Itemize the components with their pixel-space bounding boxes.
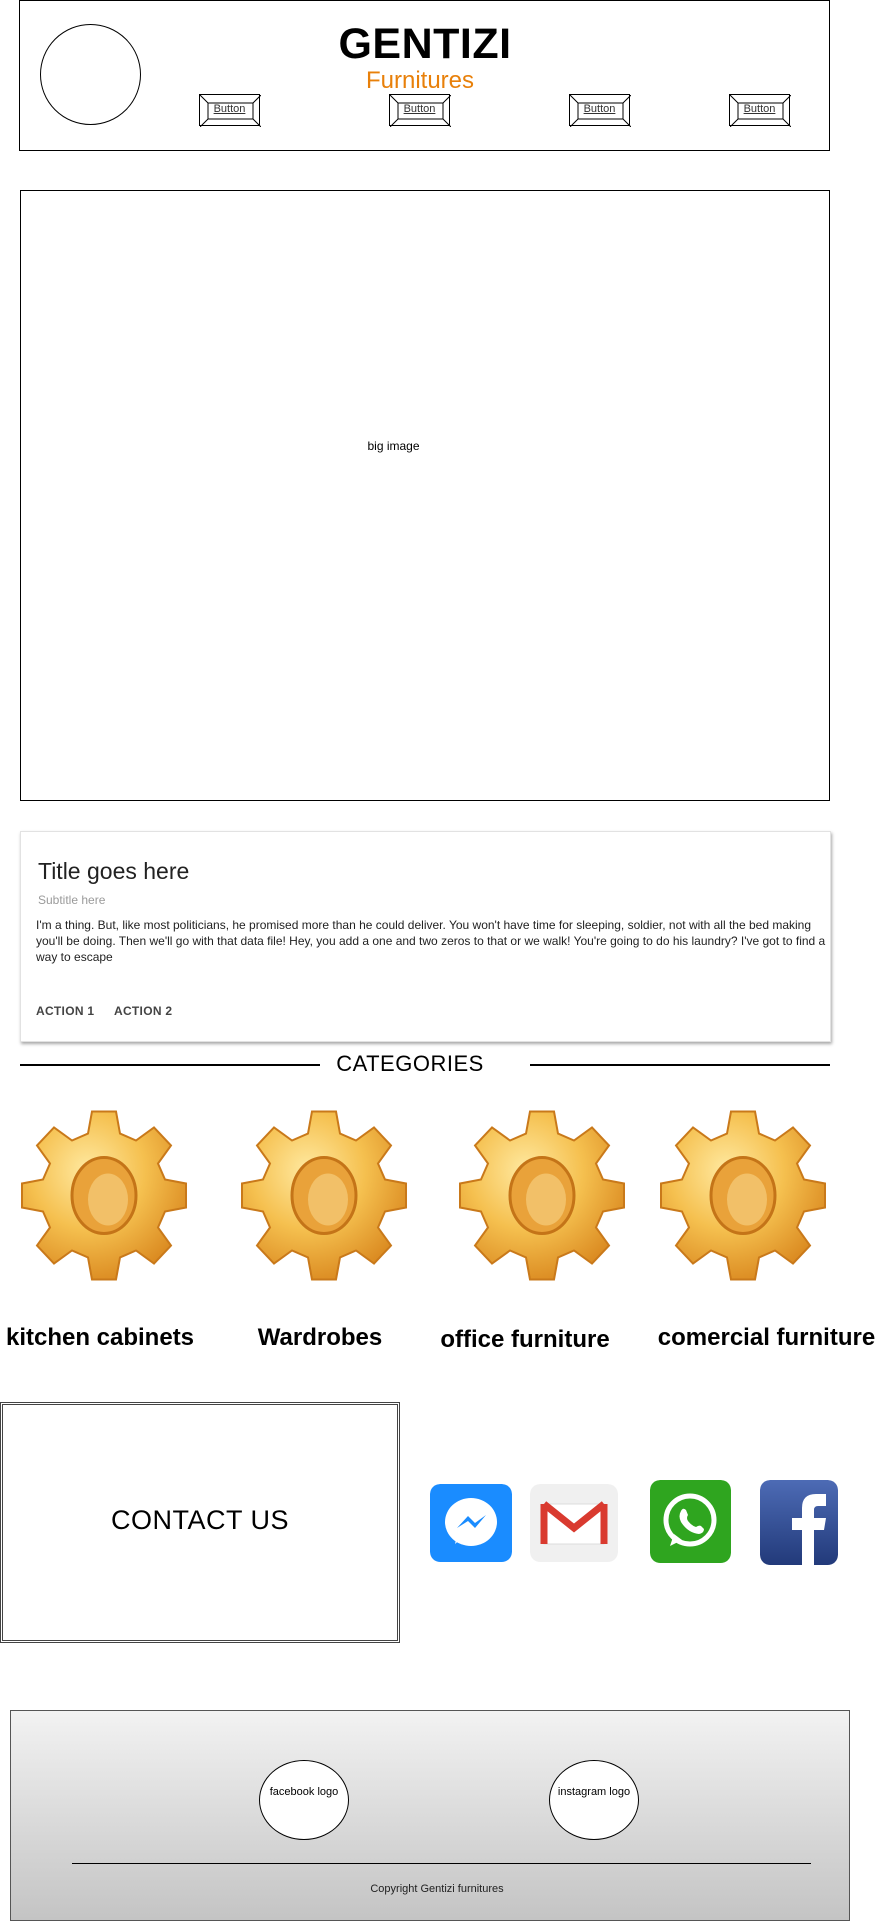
- instagram-logo-label: instagram logo: [557, 1786, 631, 1798]
- nav-button-4[interactable]: Button: [729, 94, 791, 127]
- gear-icon[interactable]: [18, 1098, 190, 1299]
- nav-button-label: Button: [583, 103, 616, 115]
- logo-placeholder[interactable]: [40, 24, 141, 125]
- nav-button-3[interactable]: Button: [569, 94, 631, 127]
- card-action-1-button[interactable]: ACTION 1: [36, 1004, 94, 1018]
- gmail-icon[interactable]: [530, 1484, 618, 1562]
- facebook-icon[interactable]: [760, 1480, 838, 1565]
- card-title: Title goes here: [38, 858, 190, 884]
- card-action-2-button[interactable]: ACTION 2: [114, 1004, 172, 1018]
- nav-button-label: Button: [743, 103, 776, 115]
- nav-button-2[interactable]: Button: [389, 94, 451, 127]
- category-label-kitchen[interactable]: kitchen cabinets: [0, 1324, 200, 1352]
- messenger-icon[interactable]: [430, 1484, 512, 1562]
- whatsapp-icon[interactable]: [650, 1480, 731, 1563]
- card-body-text: I'm a thing. But, like most politicians,…: [36, 918, 826, 964]
- hero-image-placeholder: big image: [20, 190, 830, 801]
- categories-divider-right: [530, 1064, 830, 1066]
- categories-divider-left: [20, 1064, 320, 1066]
- brand-tagline: Furnitures: [365, 67, 475, 94]
- facebook-logo-label: facebook logo: [269, 1786, 339, 1798]
- facebook-logo-placeholder[interactable]: facebook logo: [259, 1760, 349, 1840]
- gear-icon[interactable]: [456, 1098, 628, 1299]
- copyright-text: Copyright Gentizi furnitures: [370, 1883, 504, 1895]
- gear-icon[interactable]: [657, 1098, 829, 1299]
- nav-button-1[interactable]: Button: [199, 94, 261, 127]
- category-label-office[interactable]: office furniture: [425, 1326, 625, 1354]
- gear-icon[interactable]: [238, 1098, 410, 1299]
- nav-button-label: Button: [403, 103, 436, 115]
- category-label-wardrobes[interactable]: Wardrobes: [220, 1324, 420, 1352]
- category-label-comercial[interactable]: comercial furniture: [654, 1324, 879, 1352]
- content-card: Title goes here Subtitle here I'm a thin…: [20, 831, 831, 1042]
- instagram-logo-placeholder[interactable]: instagram logo: [549, 1760, 639, 1840]
- card-subtitle: Subtitle here: [38, 893, 106, 907]
- contact-us-label: CONTACT US: [110, 1505, 289, 1535]
- footer-divider: [72, 1863, 811, 1864]
- categories-title: CATEGORIES: [336, 1051, 484, 1076]
- contact-us-box[interactable]: CONTACT US: [0, 1402, 400, 1643]
- hero-label: big image: [367, 439, 420, 453]
- brand-name: GENTIZI: [338, 20, 512, 68]
- nav-button-label: Button: [213, 103, 246, 115]
